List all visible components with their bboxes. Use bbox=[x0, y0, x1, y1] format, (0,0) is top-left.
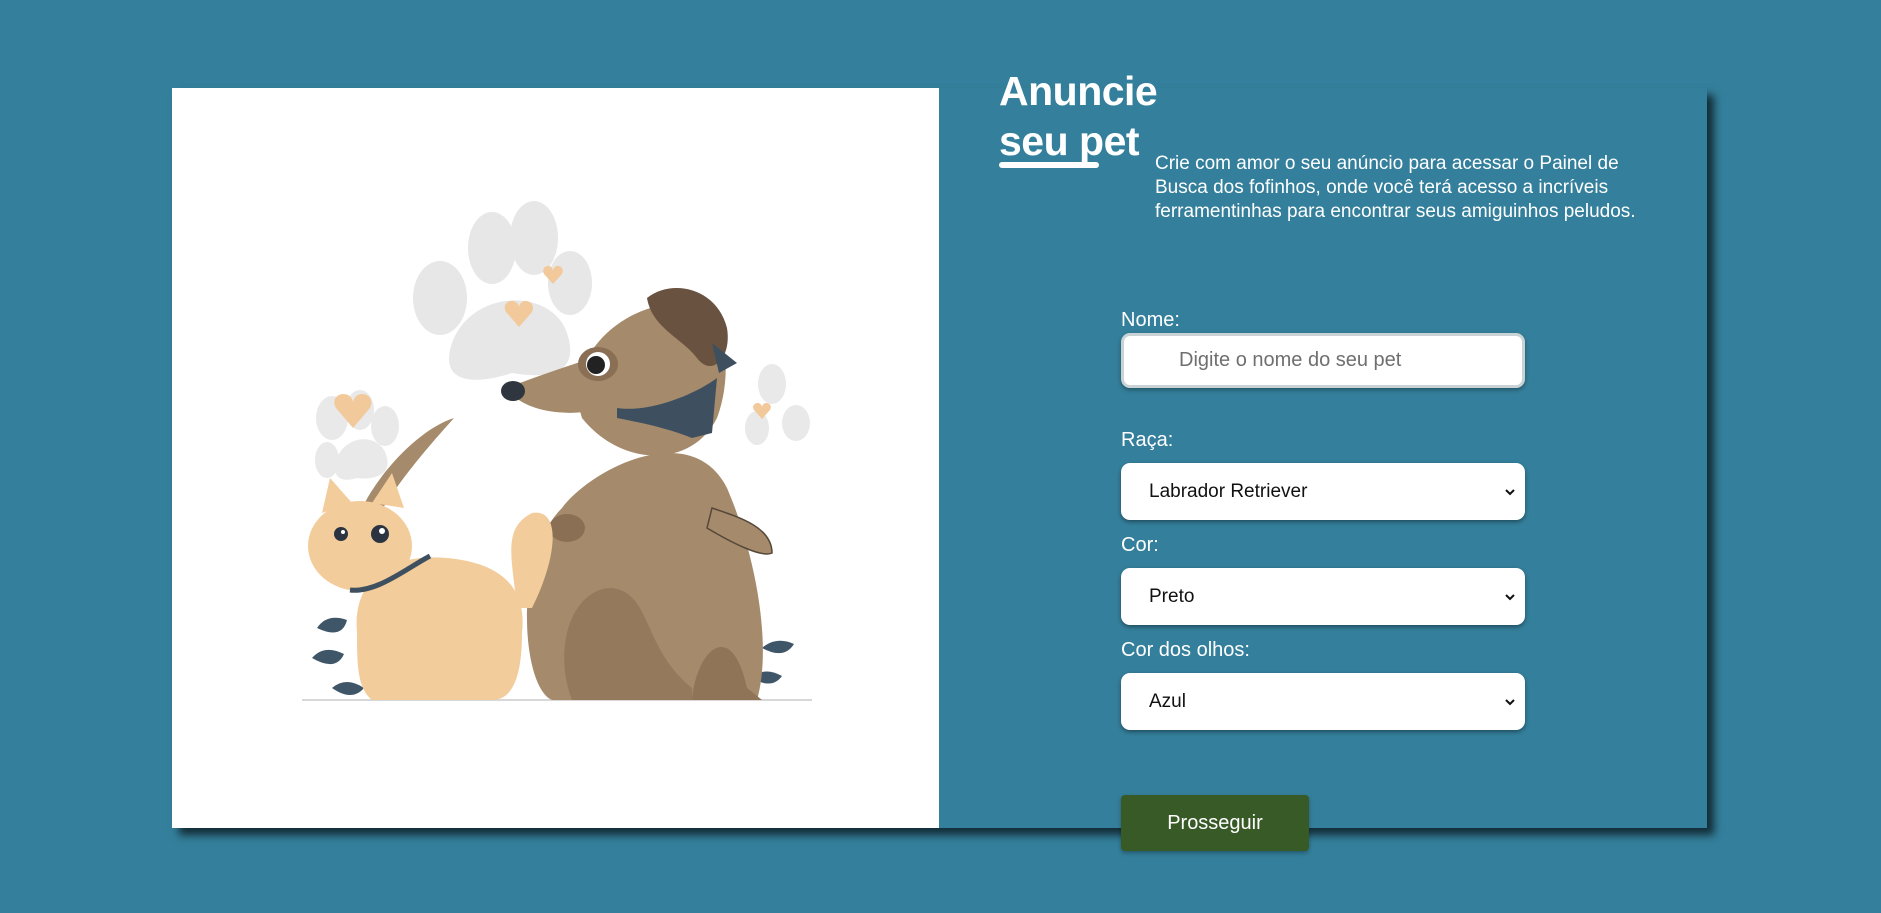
color-select[interactable]: Preto bbox=[1121, 568, 1525, 625]
proceed-button[interactable]: Prosseguir bbox=[1121, 795, 1309, 851]
color-select-value: Preto bbox=[1149, 585, 1195, 607]
eye-color-label: Cor dos olhos: bbox=[1121, 639, 1250, 661]
title-line-2: seu pet bbox=[999, 118, 1140, 164]
paw-print-large bbox=[413, 201, 592, 380]
chevron-down-icon bbox=[1505, 593, 1515, 600]
cat-and-dog-illustration bbox=[302, 201, 812, 701]
chevron-down-icon bbox=[1505, 698, 1515, 705]
name-input[interactable] bbox=[1121, 333, 1525, 388]
eye-color-select[interactable]: Azul bbox=[1121, 673, 1525, 730]
breed-select-value: Labrador Retriever bbox=[1149, 480, 1308, 502]
illustration-panel bbox=[172, 88, 939, 828]
breed-select[interactable]: Labrador Retriever bbox=[1121, 463, 1525, 520]
color-label: Cor: bbox=[1121, 534, 1159, 556]
title-line-1: Anuncie bbox=[999, 68, 1158, 114]
name-label: Nome: bbox=[1121, 309, 1180, 331]
description-text: Crie com amor o seu anúncio para acessar… bbox=[1155, 153, 1636, 222]
page-title: Anuncie seu pet bbox=[999, 66, 1158, 166]
eye-color-select-value: Azul bbox=[1149, 690, 1186, 712]
breed-label: Raça: bbox=[1121, 429, 1174, 451]
chevron-down-icon bbox=[1505, 488, 1515, 495]
title-underline bbox=[999, 162, 1099, 168]
